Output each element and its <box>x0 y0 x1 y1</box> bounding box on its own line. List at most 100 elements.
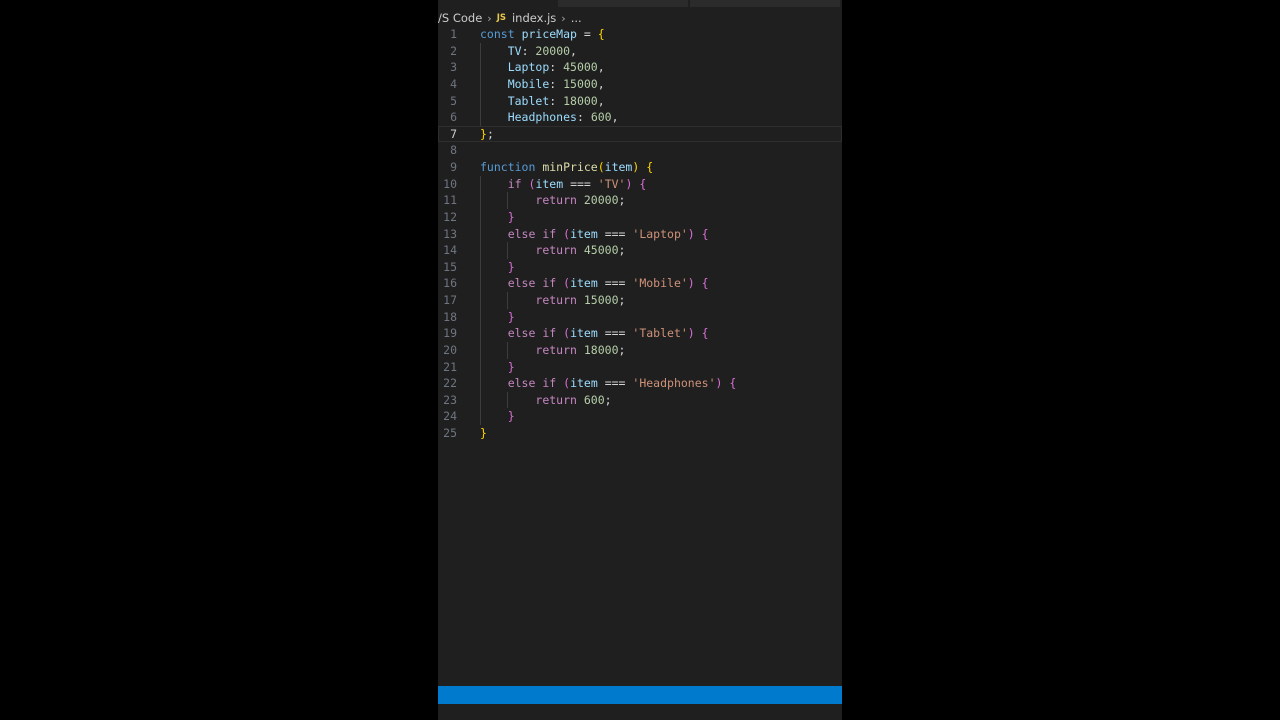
code-token: } <box>507 409 515 424</box>
code-line[interactable]: 4 Mobile: 15000, <box>438 75 842 93</box>
code-token: priceMap <box>521 27 577 41</box>
code-line[interactable]: 12 } <box>438 208 842 226</box>
code-line[interactable]: 19 else if (item === 'Tablet') { <box>438 325 842 342</box>
tab-strip-segment <box>690 0 840 7</box>
code-line[interactable]: 13 else if (item === 'Laptop') { <box>438 225 842 243</box>
line-number: 24 <box>443 409 457 424</box>
code-token: : <box>576 110 591 125</box>
code-token: { <box>639 176 647 191</box>
code-token: 15000 <box>583 293 619 307</box>
code-token: minPrice <box>542 160 598 174</box>
code-token: item <box>535 176 564 191</box>
code-token: else <box>507 226 536 241</box>
code-token: } <box>507 259 515 274</box>
code-line[interactable]: 7}; <box>438 125 842 143</box>
code-token: { <box>729 376 737 391</box>
code-line[interactable]: 5 Tablet: 18000, <box>438 92 842 110</box>
code-token: item <box>570 276 598 291</box>
code-line[interactable]: 1 const priceMap = { <box>438 26 842 43</box>
code-token: return <box>535 243 577 258</box>
tab-strip-segment <box>558 0 688 7</box>
chevron-right-icon: › <box>561 11 566 25</box>
code-token: { <box>646 160 654 174</box>
code-line[interactable]: 17 return 15000; <box>438 292 842 309</box>
code-token: item <box>570 226 598 241</box>
code-line[interactable]: 2 TV: 20000, <box>438 42 842 60</box>
line-number: 9 <box>450 160 457 174</box>
code-token: , <box>597 60 605 75</box>
code-token: 'Headphones' <box>632 376 716 391</box>
editor-window: /S Code › JS index.js › ... 1 const price… <box>438 0 842 720</box>
line-number: 20 <box>443 342 457 357</box>
code-line[interactable]: 18 } <box>438 308 842 326</box>
code-line[interactable]: 22 else if (item === 'Headphones') { <box>438 375 842 392</box>
code-text: Tablet: 18000, <box>480 93 605 110</box>
code-line[interactable]: 15 } <box>438 258 842 276</box>
code-line[interactable]: 6 Headphones: 600, <box>438 109 842 126</box>
code-token: else <box>507 326 536 341</box>
code-token: ; <box>618 293 626 307</box>
code-token: : <box>521 43 536 58</box>
code-token: ) <box>687 326 695 341</box>
code-line[interactable]: 16 else if (item === 'Mobile') { <box>438 275 842 292</box>
code-token: 20000 <box>535 43 571 58</box>
code-token: } <box>507 209 515 224</box>
line-number: 11 <box>443 193 457 208</box>
code-line[interactable]: 24 } <box>438 408 842 425</box>
code-line[interactable]: 8 <box>438 142 842 159</box>
code-editor[interactable]: 1 const priceMap = {2 TV: 20000, 3 Laptop:… <box>438 26 842 442</box>
code-token: } <box>507 309 515 324</box>
code-token: if <box>542 376 557 391</box>
line-number: 12 <box>443 209 457 224</box>
code-token: item <box>570 376 598 391</box>
code-text: }; <box>480 126 494 143</box>
line-number: 8 <box>450 143 457 158</box>
code-token: : <box>549 60 564 75</box>
code-line[interactable]: 25} <box>438 425 842 442</box>
code-line[interactable]: 3 Laptop: 45000, <box>438 59 842 76</box>
code-token: Tablet <box>507 93 550 108</box>
code-token: } <box>507 359 515 374</box>
code-line[interactable]: 11 return 20000; <box>438 192 842 209</box>
code-token: Laptop <box>507 60 550 75</box>
status-bar <box>438 686 842 704</box>
code-token: , <box>570 43 577 58</box>
line-number: 7 <box>450 126 457 141</box>
code-token: Headphones <box>507 110 577 125</box>
line-number: 18 <box>443 309 457 324</box>
code-text: return 18000; <box>480 342 625 359</box>
code-line[interactable]: 21 } <box>438 358 842 376</box>
code-token: ; <box>604 392 612 407</box>
breadcrumb-file[interactable]: index.js <box>512 11 556 25</box>
code-text: } <box>480 359 515 376</box>
code-token: ) <box>687 276 695 291</box>
code-line[interactable]: 23 return 600; <box>438 391 842 409</box>
code-line[interactable]: 10 if (item === 'TV') { <box>438 175 842 193</box>
code-token: else <box>507 276 536 291</box>
breadcrumb-more[interactable]: ... <box>571 11 582 25</box>
code-line[interactable]: 20 return 18000; <box>438 341 842 359</box>
line-number: 15 <box>443 259 457 274</box>
line-number: 4 <box>450 76 457 91</box>
code-token: if <box>542 276 557 291</box>
code-token: 45000 <box>563 60 598 75</box>
breadcrumb-root[interactable]: /S Code <box>438 11 482 25</box>
code-line[interactable]: 9 function minPrice(item) { <box>438 159 842 176</box>
code-token: ) <box>687 226 695 241</box>
code-token: 'Mobile' <box>632 276 688 291</box>
code-line[interactable]: 14 return 45000; <box>438 242 842 259</box>
code-token: === <box>563 176 598 191</box>
